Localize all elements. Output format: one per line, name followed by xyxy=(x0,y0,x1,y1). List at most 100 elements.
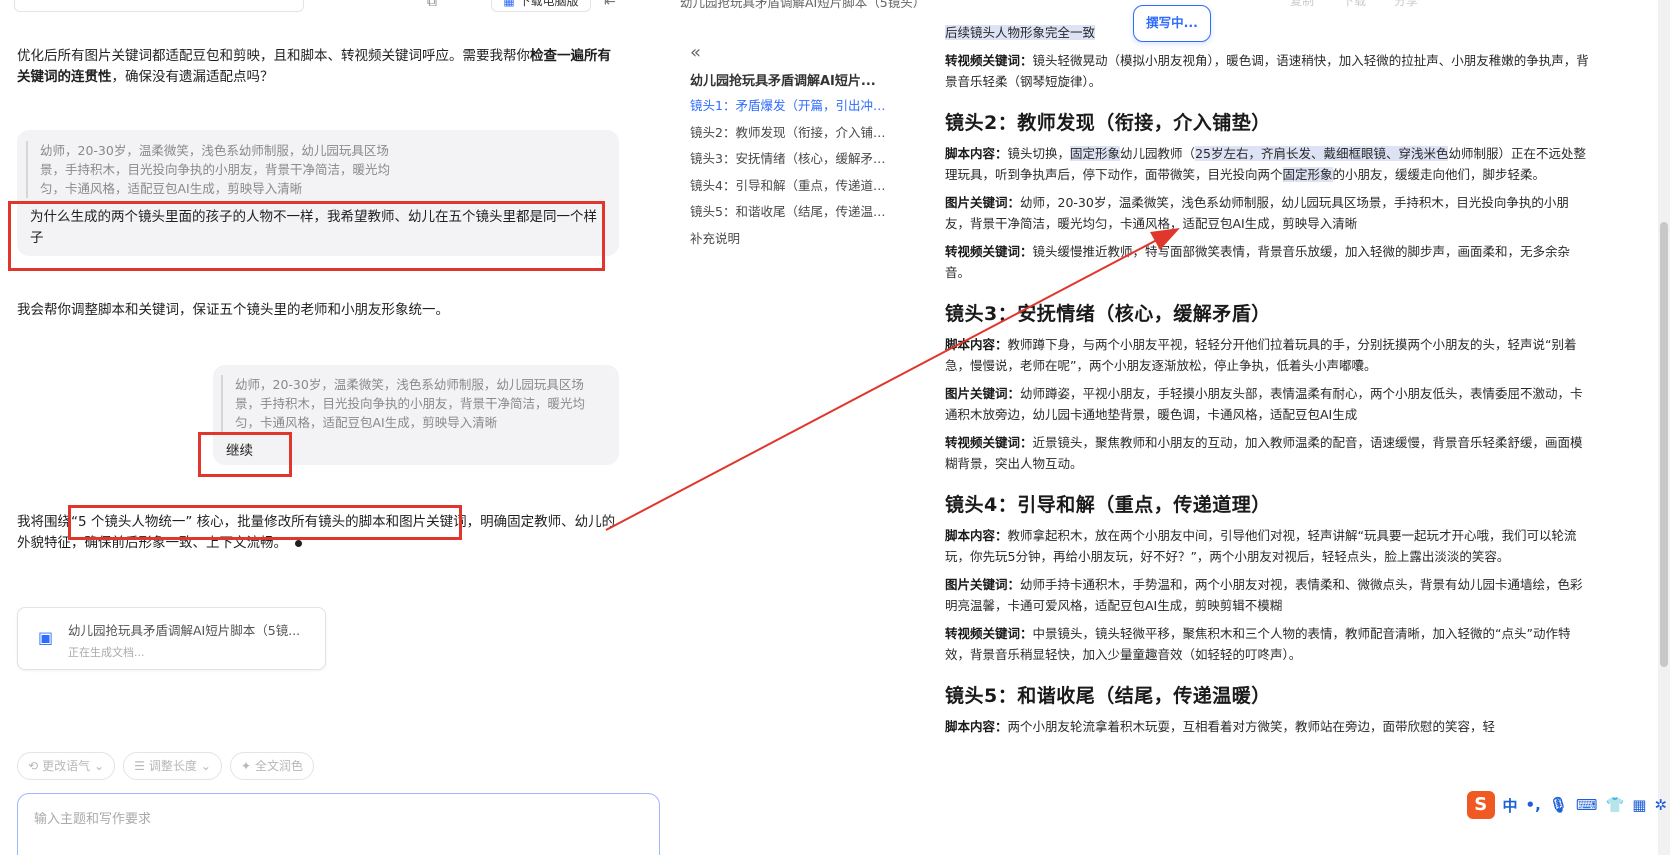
field-label: 图片关键词： xyxy=(945,195,1021,210)
shot2-script: 脚本内容：镜头切换，固定形象幼儿园教师（25岁左右，齐肩长发、戴细框眼镜、穿浅米… xyxy=(945,143,1590,185)
toc-item-shot5[interactable]: 镜头5：和谐收尾（结尾，传递温暖） xyxy=(690,199,890,226)
toc-item-shot3[interactable]: 镜头3：安抚情绪（核心，缓解矛盾） xyxy=(690,146,890,173)
writing-status-button[interactable]: 撰写中... xyxy=(1133,5,1211,42)
field-label: 脚本内容： xyxy=(945,719,1008,734)
quoted-reference: 幼师，20-30岁，温柔微笑，浅色系幼师制服，幼儿园玩具区场景，手持积木，目光投… xyxy=(221,375,606,432)
shot3-video-keywords: 转视频关键词：近景镜头，聚焦教师和小朋友的互动，加入教师温柔的配音，语速缓慢，背… xyxy=(945,432,1590,474)
document-panel: 幼儿园抢玩具矛盾调解AI短片脚本（5镜头） 复制 下载 分享 « 幼儿园抢玩具矛… xyxy=(680,0,1670,855)
collapse-panel-icon[interactable]: ⇤ xyxy=(604,0,616,10)
polish-button[interactable]: ✦ 全文润色 xyxy=(229,752,315,780)
ai-message: 我会帮你调整脚本和关键词，保证五个镜头里的老师和小朋友形象统一。 xyxy=(17,302,449,318)
toc-item-shot2[interactable]: 镜头2：教师发现（衔接，介入铺垫） xyxy=(690,120,890,147)
field-label: 脚本内容： xyxy=(945,146,1008,161)
toc-item-shot4[interactable]: 镜头4：引导和解（重点，传递道理） xyxy=(690,173,890,200)
ime-mode-label[interactable]: 中 xyxy=(1503,795,1518,816)
document-header-title: 幼儿园抢玩具矛盾调解AI短片脚本（5镜头） xyxy=(680,0,926,10)
document-card-status: 正在生成文档... xyxy=(68,646,145,659)
annotation-box xyxy=(198,432,292,477)
field-text: 镜头缓慢推近教师，特写面部微笑表情，背景音乐放缓，加入轻微的脚步声，画面柔和，无… xyxy=(945,244,1571,280)
highlighted-text: 25岁左右，齐肩长发、戴细框眼镜、穿浅米色 xyxy=(1195,146,1449,161)
ai-message-text: 优化后所有图片关键词都适配豆包和剪映，且和脚本、转视频关键词呼应。需要我帮你 xyxy=(17,48,530,64)
download-desktop-button[interactable]: ▦ 下载电脑版 xyxy=(491,0,591,12)
chevron-down-icon: ⌄ xyxy=(94,759,105,773)
shot3-heading: 镜头3：安抚情绪（核心，缓解矛盾） xyxy=(945,303,1271,325)
field-text: 镜头轻微晃动（模拟小朋友视角），暖色调，语速稍快，加入轻微的拉扯声、小朋友稚嫩的… xyxy=(945,53,1589,89)
scrollbar-thumb[interactable] xyxy=(1660,222,1668,667)
sparkle-icon: ✦ xyxy=(240,759,252,773)
field-text: 中景镜头，镜头轻微平移，聚焦积木和三个人物的表情，教师配音清晰，加入轻微的“点头… xyxy=(945,626,1571,662)
typing-dot xyxy=(295,540,303,547)
document-icon: ▣ xyxy=(38,628,54,647)
highlighted-line: 后续镜头人物形象完全一致 xyxy=(945,22,1590,43)
document-content: 后续镜头人物形象完全一致 转视频关键词：镜头轻微晃动（模拟小朋友视角），暖色调，… xyxy=(945,22,1590,744)
copy-doc-button[interactable]: 复制 xyxy=(1290,0,1314,9)
document-header-actions: 复制 下载 分享 xyxy=(1290,0,1418,9)
previous-card-stub xyxy=(14,0,304,12)
document-card-title: 幼儿园抢玩具矛盾调解AI短片脚本（5镜... xyxy=(68,623,301,638)
field-text: 幼儿园教师（ xyxy=(1120,146,1196,161)
chip-label: 更改语气 xyxy=(42,759,91,773)
field-label: 图片关键词： xyxy=(945,386,1021,401)
keyboard-icon[interactable]: ⌨ xyxy=(1576,796,1598,814)
windows-icon: ▦ xyxy=(503,0,515,8)
chip-label: 全文润色 xyxy=(255,759,304,773)
highlighted-text: 固定形象 xyxy=(1070,146,1121,161)
settings-icon[interactable]: ✲ xyxy=(1654,796,1667,814)
field-text: 教师拿起积木，放在两个小朋友中间，引导他们对视，轻声讲解“玩具要一起玩才开心哦，… xyxy=(945,528,1577,564)
collapse-toc-icon[interactable]: « xyxy=(690,42,890,64)
field-label: 转视频关键词： xyxy=(945,244,1033,259)
message-input[interactable]: 输入主题和写作要求 xyxy=(17,793,660,855)
field-text: 幼师，20-30岁，温柔微笑，浅色系幼师制服，幼儿园玩具区场景，手持积木，目光投… xyxy=(945,195,1569,231)
chevron-down-icon: ⌄ xyxy=(200,759,211,773)
ime-punctuation-label[interactable]: •, xyxy=(1526,796,1541,814)
field-text: 的小朋友，缓缓走向他们，脚步轻柔。 xyxy=(1332,167,1546,182)
chat-panel: ⧉ ▦ 下载电脑版 ⇤ 优化后所有图片关键词都适配豆包和剪映，且和脚本、转视频关… xyxy=(0,0,662,855)
length-icon: ☰ xyxy=(134,759,145,773)
field-label: 脚本内容： xyxy=(945,337,1008,352)
copy-icon[interactable]: ⧉ xyxy=(427,0,437,10)
sogou-logo-icon[interactable]: S xyxy=(1467,791,1495,819)
shot1-video-keywords: 转视频关键词：镜头轻微晃动（模拟小朋友视角），暖色调，语速稍快，加入轻微的拉扯声… xyxy=(945,50,1590,92)
ime-toolbar: S 中 •, 🎙 ⌨ 👕 ▦ ✲ xyxy=(1467,790,1667,820)
download-doc-button[interactable]: 下载 xyxy=(1342,0,1366,9)
action-chips: ⟲ 更改语气 ⌄ ☰ 调整长度 ⌄ ✦ 全文润色 xyxy=(17,752,315,780)
ai-message-text: 我将围绕 xyxy=(17,514,71,530)
field-text: 幼师手持卡通积木，手势温和，两个小朋友对视，表情柔和、微微点头，背景有幼儿园卡通… xyxy=(945,577,1583,613)
shot4-heading: 镜头4：引导和解（重点，传递道理） xyxy=(945,494,1271,516)
field-label: 转视频关键词： xyxy=(945,626,1033,641)
field-label: 脚本内容： xyxy=(945,528,1008,543)
toc-item-notes[interactable]: 补充说明 xyxy=(690,226,890,253)
annotation-box xyxy=(8,201,605,271)
shot2-heading: 镜头2：教师发现（衔接，介入铺垫） xyxy=(945,112,1271,134)
shot4-image-keywords: 图片关键词：幼师手持卡通积木，手势温和，两个小朋友对视，表情柔和、微微点头，背景… xyxy=(945,574,1590,616)
field-text: 两个小朋友轮流拿着积木玩耍，互相看着对方微笑，教师站在旁边，面带欣慰的笑容，轻 xyxy=(1007,719,1496,734)
microphone-icon[interactable]: 🎙 xyxy=(1549,796,1568,814)
share-doc-button[interactable]: 分享 xyxy=(1394,0,1418,9)
ai-message-text: ，确保没有遗漏适配点吗？ xyxy=(111,69,274,85)
toc-item-shot1[interactable]: 镜头1：矛盾爆发（开篇，引出冲突） xyxy=(690,93,890,120)
chip-label: 调整长度 xyxy=(148,759,197,773)
table-of-contents: « 幼儿园抢玩具矛盾调解AI短片... 镜头1：矛盾爆发（开篇，引出冲突） 镜头… xyxy=(690,42,890,252)
skin-icon[interactable]: 👕 xyxy=(1606,796,1625,814)
ai-message: 优化后所有图片关键词都适配豆包和剪映，且和脚本、转视频关键词呼应。需要我帮你检查… xyxy=(17,46,617,88)
field-label: 转视频关键词： xyxy=(945,53,1033,68)
document-card[interactable]: ▣ 幼儿园抢玩具矛盾调解AI短片脚本（5镜... 正在生成文档... xyxy=(17,607,326,670)
field-text: 教师蹲下身，与两个小朋友平视，轻轻分开他们拉着玩具的手，分别抚摸两个小朋友的头，… xyxy=(945,337,1577,373)
field-text: 近景镜头，聚焦教师和小朋友的互动，加入教师温柔的配音，语速缓慢，背景音乐轻柔舒缓… xyxy=(945,435,1583,471)
grid-icon[interactable]: ▦ xyxy=(1632,796,1646,814)
highlighted-text: 后续镜头人物形象完全一致 xyxy=(945,25,1096,40)
tone-icon: ⟲ xyxy=(28,759,39,773)
shot4-script: 脚本内容：教师拿起积木，放在两个小朋友中间，引导他们对视，轻声讲解“玩具要一起玩… xyxy=(945,525,1590,567)
shot3-image-keywords: 图片关键词：幼师蹲姿，平视小朋友，手轻摸小朋友头部，表情温柔有耐心，两个小朋友低… xyxy=(945,383,1590,425)
field-label: 转视频关键词： xyxy=(945,435,1033,450)
field-text: 镜头切换， xyxy=(1007,146,1071,161)
toc-title[interactable]: 幼儿园抢玩具矛盾调解AI短片... xyxy=(690,70,890,89)
shot2-image-keywords: 图片关键词：幼师，20-30岁，温柔微笑，浅色系幼师制服，幼儿园玩具区场景，手持… xyxy=(945,192,1590,234)
adjust-length-button[interactable]: ☰ 调整长度 ⌄ xyxy=(123,752,222,780)
shot3-script: 脚本内容：教师蹲下身，与两个小朋友平视，轻轻分开他们拉着玩具的手，分别抚摸两个小… xyxy=(945,334,1590,376)
field-label: 图片关键词： xyxy=(945,577,1021,592)
quoted-reference: 幼师，20-30岁，温柔微笑，浅色系幼师制服，幼儿园玩具区场景，手持积木，目光投… xyxy=(26,141,411,198)
scrollbar[interactable] xyxy=(1658,0,1670,855)
annotation-box xyxy=(68,505,462,540)
change-tone-button[interactable]: ⟲ 更改语气 ⌄ xyxy=(17,752,116,780)
